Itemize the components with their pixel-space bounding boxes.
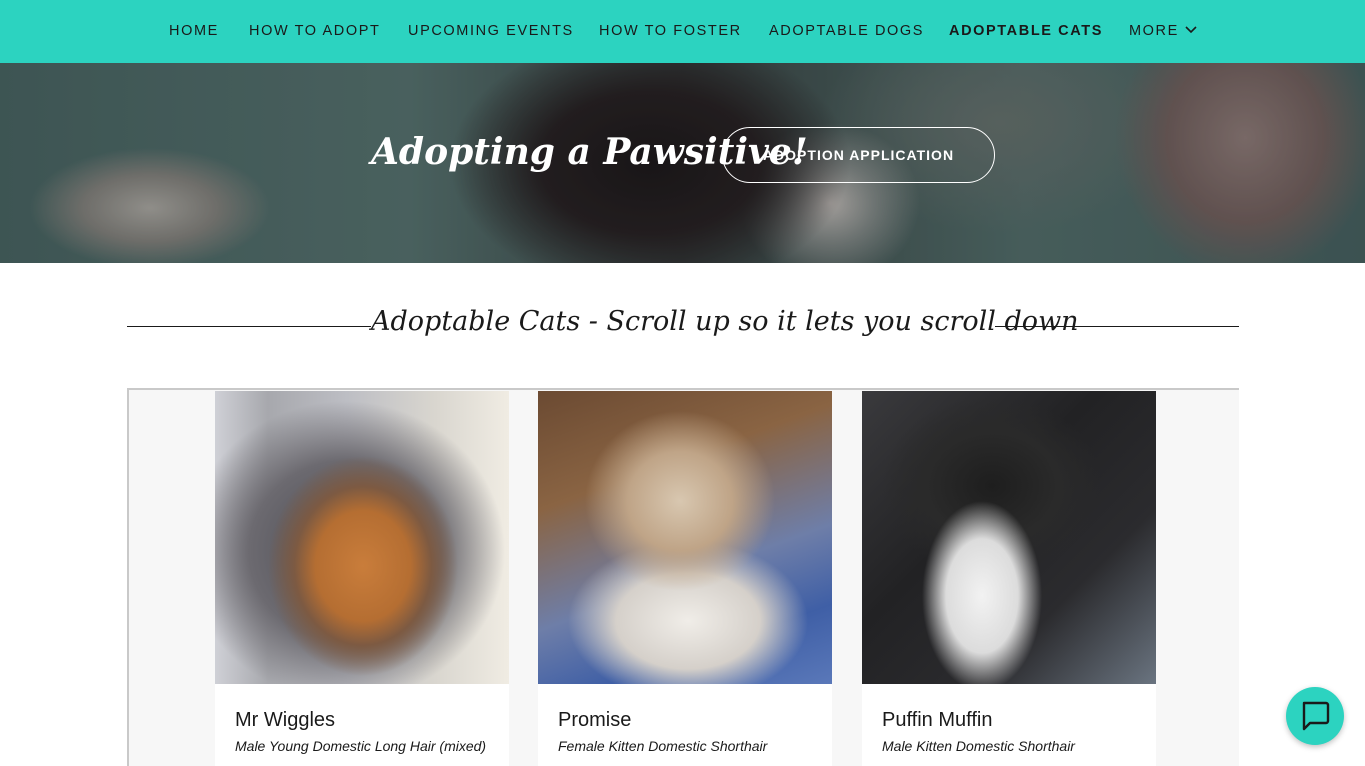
section-title: Adoptable Cats - Scroll up so it lets yo… <box>371 306 1079 337</box>
adoption-application-button[interactable]: ADOPTION APPLICATION <box>722 127 995 183</box>
cat-description: Male Kitten Domestic Shorthair <box>882 738 1075 754</box>
chevron-down-icon <box>1185 26 1197 33</box>
cat-name: Mr Wiggles <box>235 709 336 731</box>
nav-item-adoptable-dogs[interactable]: ADOPTABLE DOGS <box>769 23 924 39</box>
nav-item-home[interactable]: HOME <box>169 23 219 39</box>
section-divider-right <box>995 326 1239 327</box>
cat-card[interactable]: Puffin Muffin Male Kitten Domestic Short… <box>862 391 1156 766</box>
cat-name: Puffin Muffin <box>882 709 993 731</box>
nav-item-adoptable-cats[interactable]: ADOPTABLE CATS <box>949 23 1103 39</box>
cat-card[interactable]: Mr Wiggles Male Young Domestic Long Hair… <box>215 391 509 766</box>
nav-item-how-to-adopt[interactable]: HOW TO ADOPT <box>249 23 380 39</box>
hero-banner: Adopting a Pawsitive! ADOPTION APPLICATI… <box>0 63 1365 263</box>
nav-item-more[interactable]: MORE <box>1129 23 1197 39</box>
cat-photo[interactable] <box>862 391 1156 684</box>
chat-button[interactable] <box>1286 687 1344 745</box>
nav-more-label: MORE <box>1129 23 1179 39</box>
nav-item-upcoming-events[interactable]: UPCOMING EVENTS <box>408 23 574 39</box>
cat-description: Female Kitten Domestic Shorthair <box>558 738 768 754</box>
section-divider-left <box>127 326 371 327</box>
cat-photo[interactable] <box>538 391 832 684</box>
chat-bubble-icon <box>1302 701 1330 731</box>
cat-card[interactable]: Promise Female Kitten Domestic Shorthair <box>538 391 832 766</box>
cat-name: Promise <box>558 709 632 731</box>
cat-photo[interactable] <box>215 391 509 684</box>
cat-description: Male Young Domestic Long Hair (mixed) <box>235 738 487 754</box>
nav-item-how-to-foster[interactable]: HOW TO FOSTER <box>599 23 742 39</box>
top-navigation: HOME HOW TO ADOPT UPCOMING EVENTS HOW TO… <box>0 0 1365 63</box>
